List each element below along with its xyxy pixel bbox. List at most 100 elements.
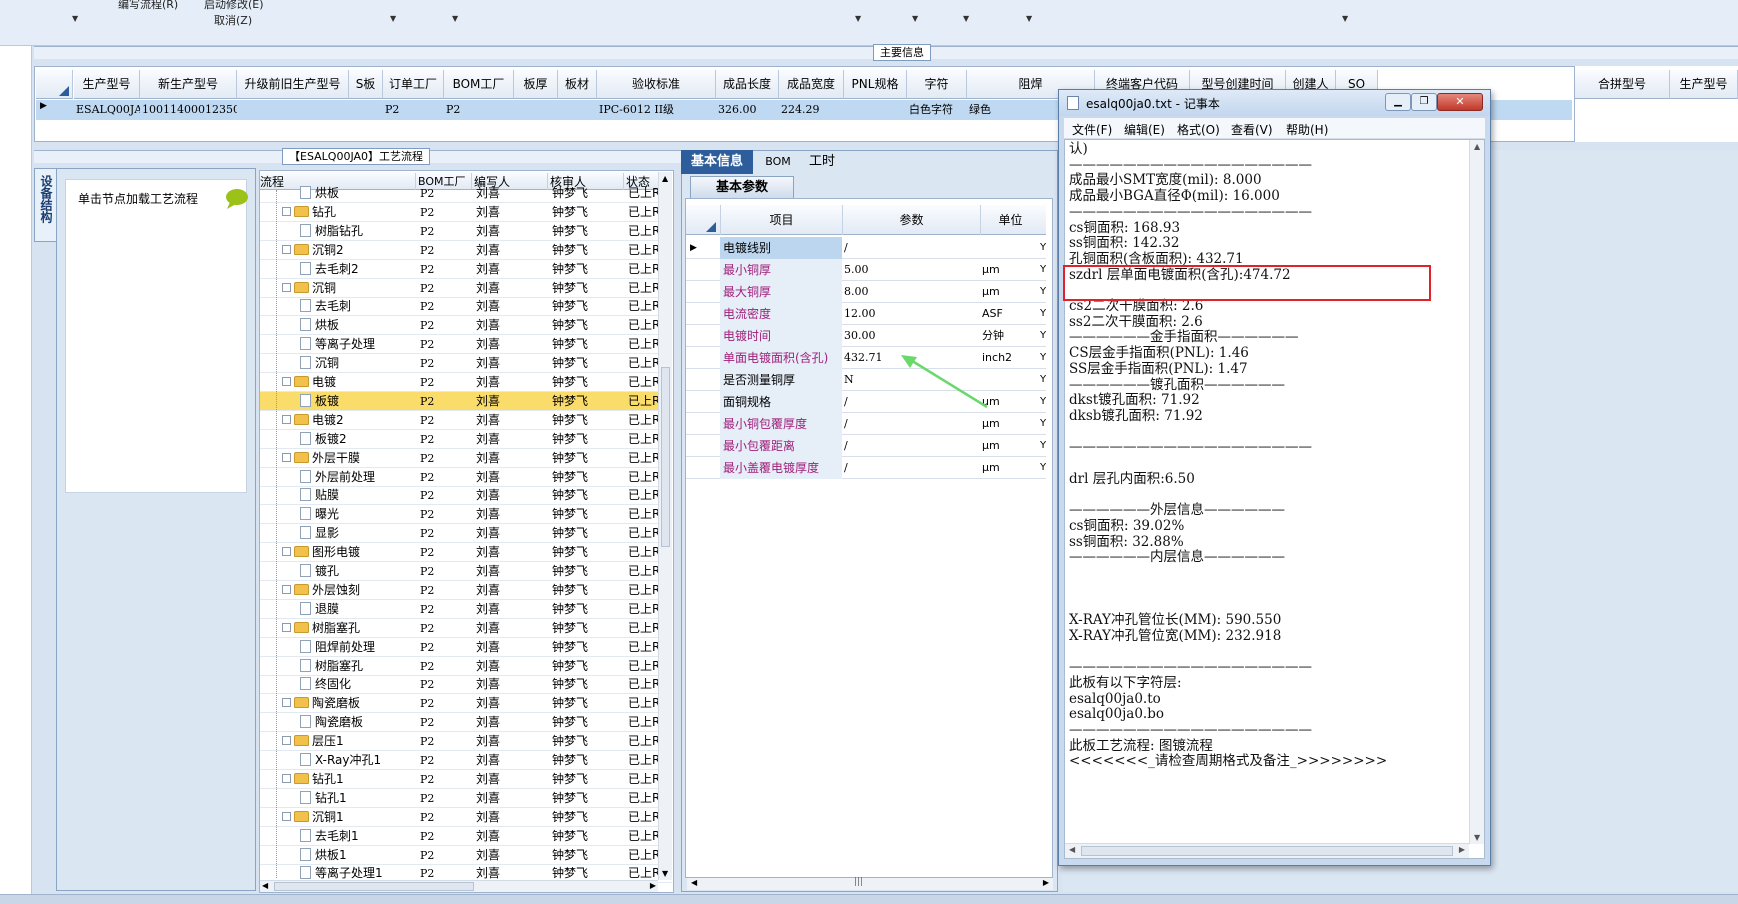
main-info-col-header[interactable]: S板 — [349, 70, 383, 99]
process-cell-f[interactable]: P2 — [420, 619, 470, 638]
process-cell-r[interactable]: 钟梦飞 — [552, 392, 622, 411]
process-cell-f[interactable]: P2 — [420, 808, 470, 827]
collapse-toggle-icon[interactable]: − — [282, 584, 291, 594]
process-cell-r[interactable]: 钟梦飞 — [552, 827, 622, 846]
process-row[interactable]: − 钻孔 P2 刘喜钟梦飞已上R — [260, 203, 672, 222]
process-name-cell[interactable]: 钻孔1 — [300, 789, 417, 808]
process-cell-r[interactable]: 钟梦飞 — [552, 354, 622, 373]
process-name-cell[interactable]: − 外层蚀刻 — [282, 581, 417, 600]
process-row[interactable]: 曝光 P2 刘喜 钟梦飞 已上R — [260, 505, 672, 525]
dropdown-arrow-icon[interactable]: ▼ — [72, 14, 78, 23]
process-name-cell[interactable]: − 电镀 — [282, 373, 417, 392]
process-cell-r[interactable]: 钟梦飞 — [552, 260, 622, 279]
param-value[interactable]: 30.00 — [844, 325, 978, 347]
process-cell-w[interactable]: 刘喜 — [476, 846, 546, 865]
process-row[interactable]: − 沉铜 P2 刘喜钟梦飞已上R — [260, 279, 672, 298]
col-item[interactable]: 项目 — [720, 205, 842, 235]
notepad-hscroll[interactable]: ◀ ▶ — [1065, 843, 1469, 858]
process-row[interactable]: − 沉铜2 P2 刘喜钟梦飞已上R — [260, 241, 672, 260]
process-cell-r[interactable]: 钟梦飞 — [552, 808, 622, 827]
process-cell-w[interactable]: 刘喜 — [476, 600, 546, 619]
process-cell-f[interactable]: P2 — [420, 411, 470, 430]
menu-edit[interactable]: 编辑(E) — [1124, 121, 1165, 138]
write-process-menu[interactable]: 编写流程(R) — [118, 0, 178, 12]
process-cell-f[interactable]: P2 — [420, 184, 470, 203]
process-cell-r[interactable]: 钟梦飞 — [552, 770, 622, 789]
process-name-cell[interactable]: − 外层干膜 — [282, 449, 417, 468]
main-info-col-header[interactable]: 字符 — [907, 70, 967, 99]
process-row[interactable]: − 电镀 P2 刘喜钟梦飞已上R — [260, 373, 672, 392]
process-cell-w[interactable]: 刘喜 — [476, 468, 546, 487]
param-row[interactable]: 最小包覆距离 / μm Y — [686, 435, 1046, 457]
process-cell-s[interactable]: 已上R — [628, 751, 662, 770]
main-info-col-header[interactable]: 订单工厂 — [383, 70, 444, 99]
process-name-cell[interactable]: 树脂钻孔 — [300, 222, 417, 241]
scroll-left-icon[interactable]: ◀ — [691, 878, 697, 887]
process-name-cell[interactable]: − 沉铜2 — [282, 241, 417, 260]
process-cell-s[interactable]: 已上R — [628, 203, 662, 222]
process-cell-f[interactable]: P2 — [420, 316, 470, 335]
process-cell-f[interactable]: P2 — [420, 827, 470, 846]
process-cell-r[interactable]: 钟梦飞 — [552, 297, 622, 316]
process-name-cell[interactable]: − 沉铜 — [282, 279, 417, 298]
param-value[interactable]: / — [844, 237, 978, 259]
process-row[interactable]: 板镀 P2 刘喜 钟梦飞 已上R — [260, 391, 672, 411]
main-info-cell[interactable]: P2 — [385, 100, 444, 120]
menu-file[interactable]: 文件(F) — [1072, 121, 1112, 138]
process-cell-f[interactable]: P2 — [420, 562, 470, 581]
process-name-cell[interactable]: 终固化 — [300, 675, 417, 694]
process-cell-f[interactable]: P2 — [420, 373, 470, 392]
scroll-up-icon[interactable]: ▲ — [1474, 142, 1480, 151]
param-value[interactable]: / — [844, 413, 978, 435]
process-row[interactable]: 烘板 P2 刘喜 钟梦飞 已上R — [260, 316, 672, 336]
process-cell-s[interactable]: 已上R — [628, 808, 662, 827]
process-row[interactable]: 外层前处理 P2 刘喜 钟梦飞 已上R — [260, 468, 672, 487]
process-cell-r[interactable]: 钟梦飞 — [552, 505, 622, 524]
collapse-toggle-icon[interactable]: − — [282, 282, 291, 292]
process-cell-s[interactable]: 已上R — [628, 524, 662, 543]
process-cell-r[interactable]: 钟梦飞 — [552, 222, 622, 241]
process-cell-s[interactable]: 已上R — [628, 638, 662, 657]
process-cell-f[interactable]: P2 — [420, 354, 470, 373]
process-cell-w[interactable]: 刘喜 — [476, 732, 546, 751]
menu-view[interactable]: 查看(V) — [1231, 121, 1273, 138]
process-cell-w[interactable]: 刘喜 — [476, 619, 546, 638]
process-cell-w[interactable]: 刘喜 — [476, 279, 546, 298]
process-cell-s[interactable]: 已上R — [628, 184, 662, 203]
collapse-toggle-icon[interactable]: − — [282, 377, 291, 386]
process-name-cell[interactable]: − 图形电镀 — [282, 543, 417, 562]
cancel-menu[interactable]: 取消(Z) — [214, 12, 252, 28]
process-cell-s[interactable]: 已上R — [628, 505, 662, 524]
dropdown-arrow-icon[interactable]: ▼ — [963, 14, 969, 23]
process-cell-r[interactable]: 钟梦飞 — [552, 279, 622, 298]
process-cell-f[interactable]: P2 — [420, 657, 470, 676]
param-value[interactable]: / — [844, 435, 978, 457]
process-row[interactable]: − 外层干膜 P2 刘喜钟梦飞已上R — [260, 449, 672, 468]
process-row[interactable]: 钻孔1 P2 刘喜 钟梦飞 已上R — [260, 789, 672, 808]
main-info-cell[interactable]: IPC-6012 II级 — [599, 100, 716, 120]
main-info-cell[interactable] — [846, 100, 907, 120]
process-cell-s[interactable]: 已上R — [628, 827, 662, 846]
process-cell-w[interactable]: 刘喜 — [476, 354, 546, 373]
process-cell-s[interactable]: 已上R — [628, 619, 662, 638]
process-cell-w[interactable]: 刘喜 — [476, 827, 546, 846]
process-cell-w[interactable]: 刘喜 — [476, 297, 546, 316]
process-row[interactable]: 贴膜 P2 刘喜 钟梦飞 已上R — [260, 486, 672, 506]
param-row[interactable]: ▶ 电镀线别 / Y — [686, 237, 1046, 259]
process-cell-w[interactable]: 刘喜 — [476, 316, 546, 335]
process-cell-r[interactable]: 钟梦飞 — [552, 675, 622, 694]
process-cell-r[interactable]: 钟梦飞 — [552, 468, 622, 487]
process-cell-r[interactable]: 钟梦飞 — [552, 184, 622, 203]
process-row[interactable]: − 层压1 P2 刘喜钟梦飞已上R — [260, 732, 672, 752]
process-cell-w[interactable]: 刘喜 — [476, 260, 546, 279]
process-cell-w[interactable]: 刘喜 — [476, 241, 546, 260]
process-cell-f[interactable]: P2 — [420, 430, 470, 449]
process-row[interactable]: 树脂钻孔 P2 刘喜 钟梦飞 已上R — [260, 222, 672, 241]
main-info-col-header[interactable]: 验收标准 — [597, 70, 716, 99]
process-row[interactable]: 显影 P2 刘喜 钟梦飞 已上R — [260, 524, 672, 544]
process-name-cell[interactable]: 外层前处理 — [300, 468, 417, 487]
process-cell-r[interactable]: 钟梦飞 — [552, 619, 622, 638]
process-cell-w[interactable]: 刘喜 — [476, 449, 546, 468]
process-cell-s[interactable]: 已上R — [628, 675, 662, 694]
process-cell-s[interactable]: 已上R — [628, 789, 662, 808]
